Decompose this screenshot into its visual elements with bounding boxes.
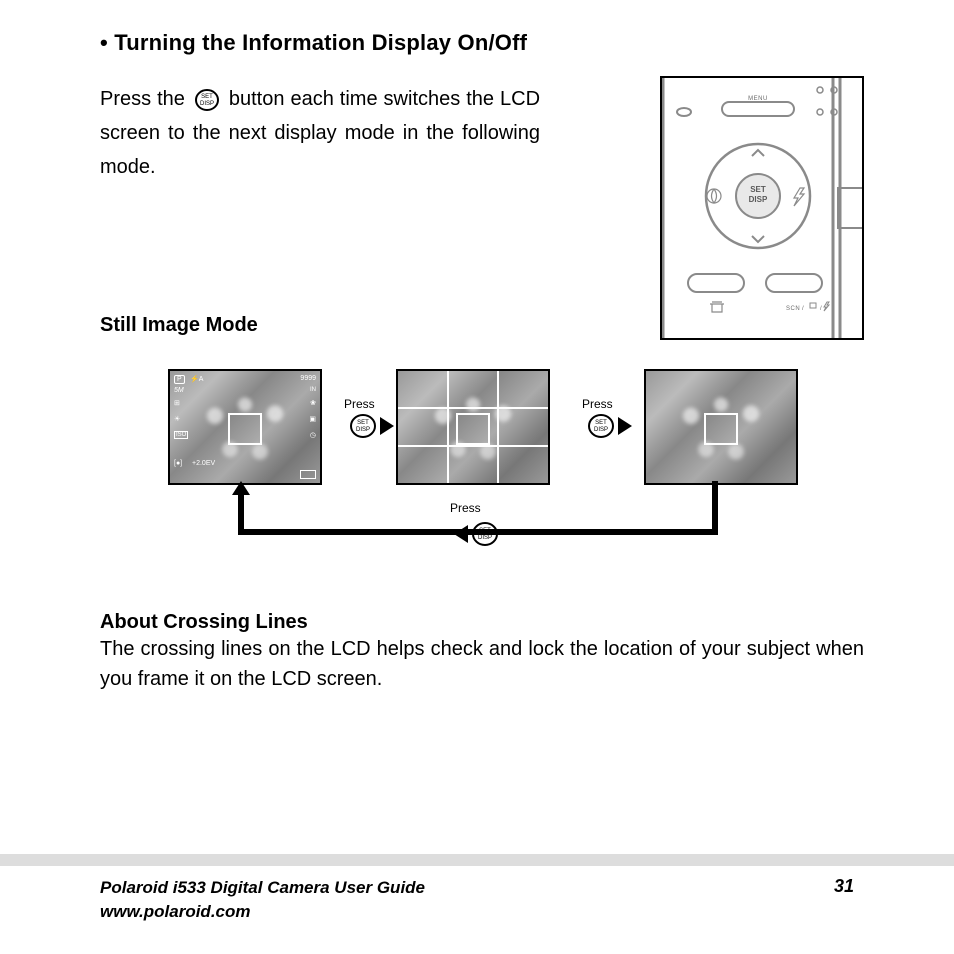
section-title: • Turning the Information Display On/Off (100, 30, 864, 56)
flash-icon-small: ⚡ (190, 376, 199, 383)
iso-label: ISO (174, 431, 188, 439)
flow-line (238, 529, 716, 535)
flash-auto-label: A (199, 376, 204, 383)
shots-remaining: 9999 (300, 375, 316, 382)
svg-text:/: / (820, 306, 822, 312)
ev-label: +2.0EV (192, 460, 215, 467)
body-p1a: Press the (100, 88, 185, 110)
lcd-minimal (644, 369, 798, 485)
arrow-right-icon (618, 417, 632, 435)
drive-icon-small: ▣ (309, 415, 316, 423)
macro-icon-small: ❀ (310, 399, 316, 407)
about-crossing-lines-heading: About Crossing Lines (100, 611, 864, 634)
arrow-up-icon (232, 481, 250, 495)
meter-icon-small: [●] (174, 460, 182, 467)
display-mode-flow: P ⚡A 9999 5M IN ⊞ ❀ ☀ ▣ ISO ◷ [●] +2.0EV (100, 363, 866, 593)
page-footer: Polaroid i533 Digital Camera User Guide … (0, 854, 954, 924)
svg-text:SET: SET (595, 420, 607, 426)
press-label-1: Press (344, 397, 375, 411)
timer-icon-small: ◷ (310, 431, 316, 439)
icon-disp-label: DISP (200, 101, 214, 107)
mode-p-icon: P (174, 375, 185, 384)
press-label-3: Press (450, 501, 481, 515)
svg-text:DISP: DISP (356, 427, 370, 433)
footer-guide-title: Polaroid i533 Digital Camera User Guide (100, 876, 425, 900)
icon-set-label: SET (201, 94, 213, 100)
dpad-disp-label: DISP (749, 195, 768, 204)
svg-text:DISP: DISP (594, 427, 608, 433)
page-number: 31 (834, 876, 854, 897)
flow-line (712, 481, 718, 535)
title-text: Turning the Information Display On/Off (114, 30, 527, 55)
press-label-2: Press (582, 397, 613, 411)
lcd-full-osd: P ⚡A 9999 5M IN ⊞ ❀ ☀ ▣ ISO ◷ [●] +2.0EV (168, 369, 322, 485)
set-disp-icon: SETDISP (350, 413, 376, 439)
set-disp-icon: SET DISP (195, 88, 219, 112)
svg-text:/: / (802, 306, 804, 312)
battery-icon-small (300, 470, 316, 479)
flow-line (238, 493, 244, 535)
svg-text:SET: SET (357, 420, 369, 426)
footer-url: www.polaroid.com (100, 900, 425, 924)
bullet: • (100, 30, 108, 55)
scn-label: SCN (786, 306, 800, 312)
size-label: 5M (174, 387, 184, 394)
in-label: IN (310, 387, 316, 393)
wb-icon-small: ☀ (174, 415, 180, 423)
lcd-grid (396, 369, 550, 485)
grid-icon-small: ⊞ (174, 399, 180, 407)
footer-bar (0, 854, 954, 866)
arrow-right-icon (380, 417, 394, 435)
dpad-set-label: SET (750, 185, 766, 194)
set-disp-icon: SETDISP (588, 413, 614, 439)
svg-text:DISP: DISP (478, 535, 492, 541)
camera-diagram: MENU SET DISP SCN / / (660, 76, 864, 340)
body-paragraph: Press the SET DISP button each time swit… (100, 82, 540, 184)
about-crossing-lines-body: The crossing lines on the LCD helps chec… (100, 634, 864, 694)
